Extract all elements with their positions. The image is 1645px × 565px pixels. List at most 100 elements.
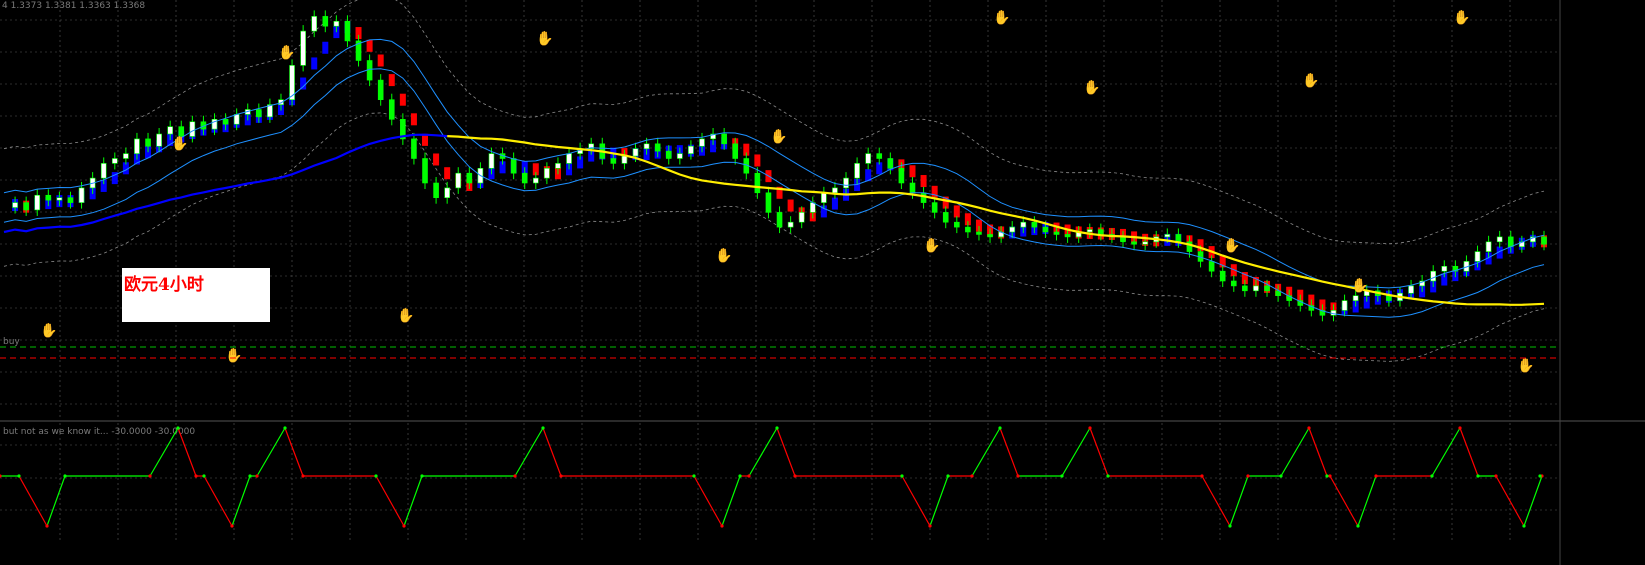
- osc-point: [17, 474, 21, 478]
- candle-body: [965, 226, 971, 233]
- trend-block: [920, 175, 927, 188]
- candle-body: [832, 187, 838, 194]
- osc-point: [1246, 474, 1250, 478]
- osc-point: [1458, 426, 1462, 430]
- osc-point: [692, 474, 696, 478]
- osc-point: [248, 474, 252, 478]
- candle-body: [111, 158, 118, 164]
- trend-block: [909, 165, 916, 178]
- candle-body: [898, 168, 905, 184]
- candle-body: [488, 153, 495, 169]
- candle-body: [1208, 261, 1215, 272]
- trend-block: [831, 197, 838, 210]
- candle-body: [1142, 241, 1148, 245]
- candle-body: [34, 194, 41, 211]
- fractal-down-marker: ✋: [1351, 277, 1368, 294]
- osc-point: [1328, 474, 1332, 478]
- candle-body: [632, 148, 639, 157]
- candle-body: [433, 182, 439, 198]
- candle-body: [455, 172, 462, 189]
- candle-body: [67, 197, 74, 203]
- osc-point: [1307, 426, 1311, 430]
- candle-body: [233, 114, 240, 125]
- osc-point: [255, 474, 259, 478]
- osc-point: [541, 426, 545, 430]
- trend-block: [300, 77, 307, 90]
- osc-point: [374, 474, 378, 478]
- trend-block: [931, 185, 938, 198]
- fractal-up-marker: ✋: [770, 128, 787, 145]
- osc-point: [301, 474, 305, 478]
- overlay-label: 欧元4小时: [124, 274, 204, 295]
- candle-body: [1031, 221, 1038, 228]
- candle-body: [754, 172, 761, 194]
- candle-body: [134, 138, 140, 154]
- fractal-up-marker: ✋: [1302, 72, 1319, 89]
- candle-body: [1474, 251, 1481, 262]
- osc-point: [1538, 474, 1542, 478]
- osc-point: [900, 474, 904, 478]
- candle-body: [555, 163, 561, 169]
- candle-body: [521, 172, 528, 184]
- candle-body: [1053, 231, 1060, 235]
- candle-body: [422, 158, 428, 184]
- candle-body: [1064, 234, 1071, 238]
- candle-body: [1496, 236, 1503, 243]
- osc-point: [230, 524, 234, 528]
- candle-body: [532, 177, 539, 184]
- fractal-down-marker: ✋: [397, 307, 414, 324]
- candle-body: [776, 212, 783, 228]
- subwindow-title: but not as we know it... -30.0000 -30.00…: [3, 427, 195, 437]
- osc-point: [970, 474, 974, 478]
- fractal-up-marker: ✋: [1083, 79, 1100, 96]
- overlay-label-box: 欧元4小时: [122, 268, 270, 322]
- osc-point: [63, 474, 67, 478]
- osc-point: [1430, 474, 1434, 478]
- osc-point: [176, 426, 180, 430]
- candle-body: [665, 150, 672, 159]
- candle-body: [300, 30, 306, 66]
- trend-block: [433, 153, 440, 166]
- osc-point: [775, 426, 779, 430]
- candle-body: [333, 20, 340, 27]
- candle-body: [1009, 226, 1016, 233]
- candle-body: [643, 143, 650, 150]
- osc-point: [1106, 474, 1110, 478]
- candle-body: [865, 153, 871, 164]
- fractal-up-marker: ✋: [171, 135, 188, 152]
- fractal-up-marker: ✋: [993, 9, 1010, 26]
- candle-body: [1253, 285, 1259, 292]
- candle-body: [1541, 236, 1547, 245]
- candle-body: [311, 16, 318, 32]
- candle-body: [444, 187, 450, 198]
- candle-body: [100, 163, 107, 179]
- candle-body: [732, 143, 739, 159]
- candle-body: [942, 212, 949, 223]
- candle-body: [156, 133, 162, 147]
- candle-body: [466, 172, 473, 184]
- candle-body: [344, 20, 351, 42]
- trend-block: [953, 205, 960, 218]
- candle-body: [654, 143, 661, 152]
- fractal-up-marker: ✋: [536, 30, 553, 47]
- osc-point: [1200, 474, 1204, 478]
- candle-body: [566, 153, 572, 164]
- osc-point: [1228, 524, 1232, 528]
- osc-point: [1016, 474, 1020, 478]
- osc-point: [148, 474, 152, 478]
- osc-point: [194, 474, 198, 478]
- osc-point: [283, 426, 287, 430]
- trend-block: [322, 41, 329, 54]
- price-chart: ✋ ✋ ✋ ✋ ✋ ✋ ✋ ✋ ✋ ✋ ✋ ✋ ✋ ✋ ✋ ✋ buy 4 1.3373 1.3381 1.3…: [0, 0, 1645, 565]
- candle-body: [322, 16, 329, 27]
- fractal-up-marker: ✋: [278, 44, 295, 61]
- osc-point: [45, 524, 49, 528]
- candle-body: [954, 221, 960, 228]
- osc-point: [1060, 474, 1064, 478]
- candle-body: [610, 158, 617, 164]
- trend-block: [311, 57, 318, 70]
- candle-body: [145, 138, 151, 147]
- candle-body: [821, 192, 827, 203]
- fractal-down-marker: ✋: [1517, 357, 1534, 374]
- candle-body: [1219, 270, 1226, 282]
